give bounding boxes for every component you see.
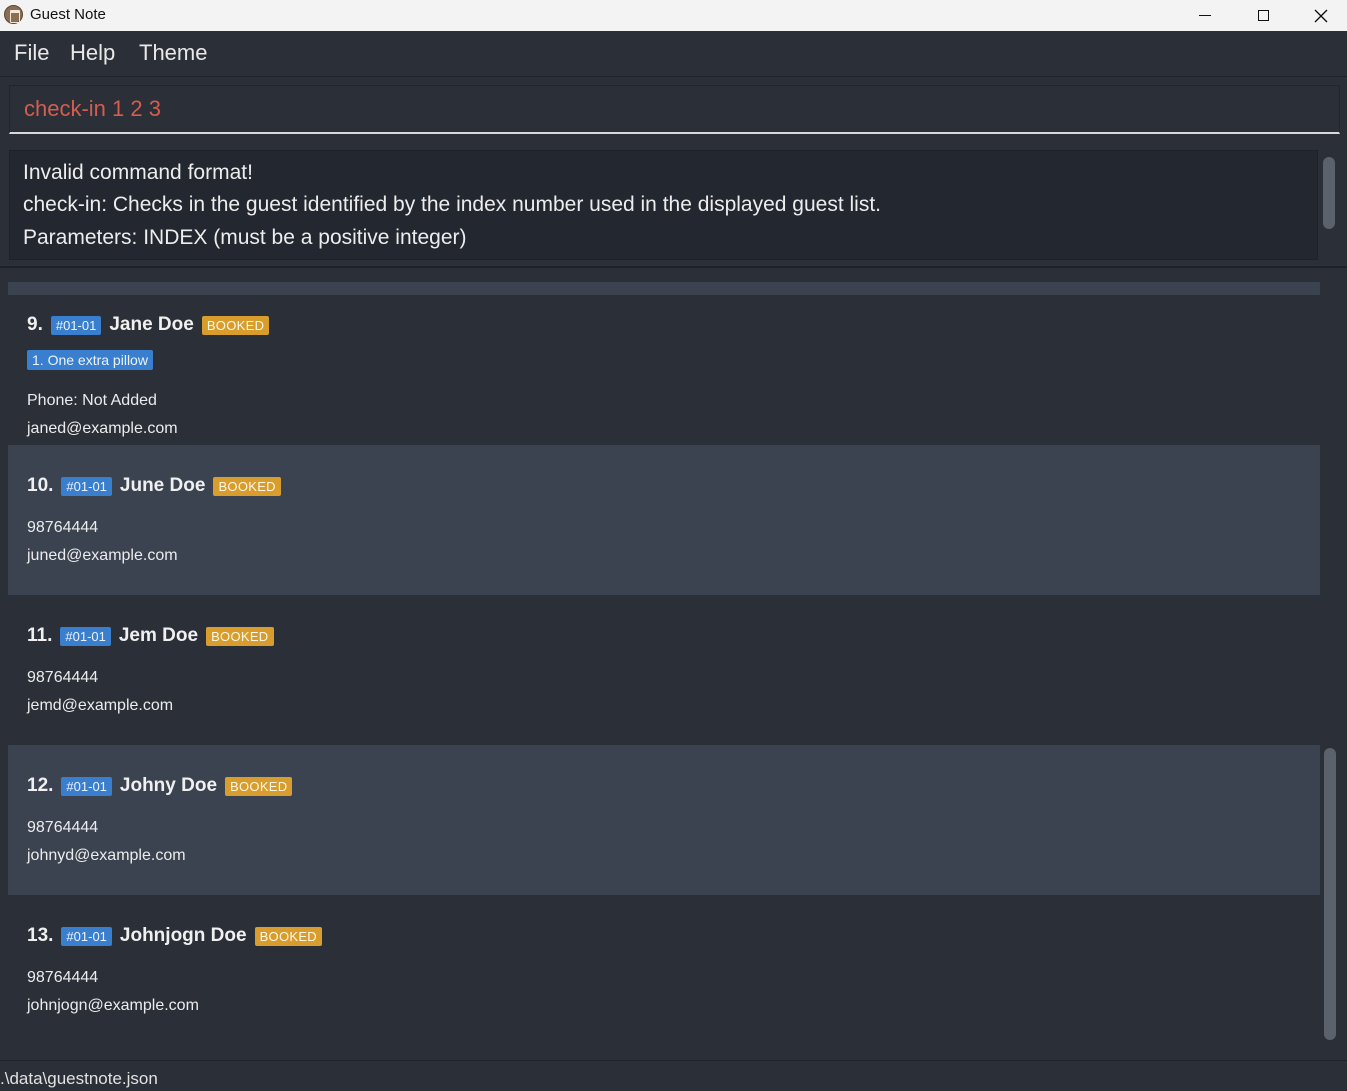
- guest-index: 10.: [27, 475, 54, 496]
- menu-theme[interactable]: Theme: [139, 40, 207, 66]
- status-badge: BOOKED: [206, 626, 274, 646]
- maximize-icon: [1257, 10, 1269, 21]
- data-file-path: .\data\guestnote.json: [0, 1069, 158, 1088]
- menu-file[interactable]: File: [14, 40, 49, 66]
- guest-index: 12.: [27, 775, 54, 796]
- status-badge: BOOKED: [213, 476, 281, 496]
- result-line: check-in: Checks in the guest identified…: [23, 193, 881, 216]
- card-header: 10. #01-01 June Doe BOOKED: [27, 475, 281, 497]
- divider: [0, 266, 1347, 268]
- guest-email: juned@example.com: [27, 547, 178, 564]
- guest-phone: 98764444: [27, 819, 99, 836]
- menu-bar: File Help Theme: [0, 31, 1347, 77]
- minimize-icon: [1199, 15, 1211, 16]
- guest-card[interactable]: 10. #01-01 June Doe BOOKED 98764444 june…: [8, 445, 1320, 595]
- request-tag: 1. One extra pillow: [27, 350, 153, 370]
- maximize-button[interactable]: [1234, 0, 1292, 31]
- guest-name: Jane Doe: [109, 314, 194, 335]
- guest-index: 13.: [27, 925, 54, 946]
- close-button[interactable]: [1292, 0, 1347, 31]
- guest-card[interactable]: 13. #01-01 Johnjogn Doe BOOKED 98764444 …: [8, 895, 1320, 1045]
- guest-phone: 98764444: [27, 519, 99, 536]
- result-scrollbar-thumb[interactable]: [1323, 157, 1335, 229]
- guest-phone: 98764444: [27, 969, 99, 986]
- command-input[interactable]: check-in 1 2 3: [9, 85, 1340, 134]
- room-tag: #01-01: [61, 476, 112, 496]
- result-display: Invalid command format! check-in: Checks…: [9, 150, 1318, 260]
- card-header: 13. #01-01 Johnjogn Doe BOOKED: [27, 925, 322, 947]
- guest-index: 9.: [27, 314, 43, 335]
- guest-list: 9. #01-01 Jane Doe BOOKED 1. One extra p…: [8, 282, 1320, 1046]
- guest-phone: 98764444: [27, 669, 99, 686]
- guest-card[interactable]: 11. #01-01 Jem Doe BOOKED 98764444 jemd@…: [8, 595, 1320, 745]
- list-item-partial[interactable]: [8, 282, 1320, 295]
- status-bar: .\data\guestnote.json: [0, 1060, 1347, 1091]
- guest-email: johnjogn@example.com: [27, 997, 199, 1014]
- status-badge: BOOKED: [254, 926, 322, 946]
- room-tag: #01-01: [50, 315, 102, 335]
- room-tag: #01-01: [60, 626, 111, 646]
- list-scrollbar-thumb[interactable]: [1324, 748, 1336, 1040]
- guest-name: Johny Doe: [119, 775, 218, 796]
- title-bar: Guest Note: [0, 0, 1347, 31]
- room-tag: #01-01: [61, 926, 112, 946]
- guest-name: June Doe: [119, 475, 206, 496]
- guest-name: Johnjogn Doe: [119, 925, 247, 946]
- minimize-button[interactable]: [1176, 0, 1234, 31]
- room-tag: #01-01: [61, 776, 112, 796]
- guest-index: 11.: [27, 625, 53, 646]
- home-icon: [4, 5, 23, 24]
- guest-card[interactable]: 9. #01-01 Jane Doe BOOKED 1. One extra p…: [8, 295, 1320, 445]
- guest-email: johnyd@example.com: [27, 847, 186, 864]
- result-line: Parameters: INDEX (must be a positive in…: [23, 226, 467, 249]
- card-header: 12. #01-01 Johny Doe BOOKED: [27, 775, 293, 797]
- card-header: 11. #01-01 Jem Doe BOOKED: [27, 625, 274, 647]
- command-text: check-in 1 2 3: [24, 96, 161, 121]
- window-title: Guest Note: [30, 6, 106, 23]
- status-badge: BOOKED: [201, 315, 270, 335]
- guest-name: Jem Doe: [118, 625, 199, 646]
- guest-email: janed@example.com: [27, 420, 178, 437]
- card-header: 9. #01-01 Jane Doe BOOKED: [27, 314, 270, 336]
- guest-phone: Phone: Not Added: [27, 392, 157, 409]
- guest-card[interactable]: 12. #01-01 Johny Doe BOOKED 98764444 joh…: [8, 745, 1320, 895]
- guest-email: jemd@example.com: [27, 697, 174, 714]
- status-badge: BOOKED: [225, 776, 293, 796]
- menu-help[interactable]: Help: [70, 40, 115, 66]
- close-icon: [1314, 9, 1328, 22]
- result-line: Invalid command format!: [23, 161, 253, 184]
